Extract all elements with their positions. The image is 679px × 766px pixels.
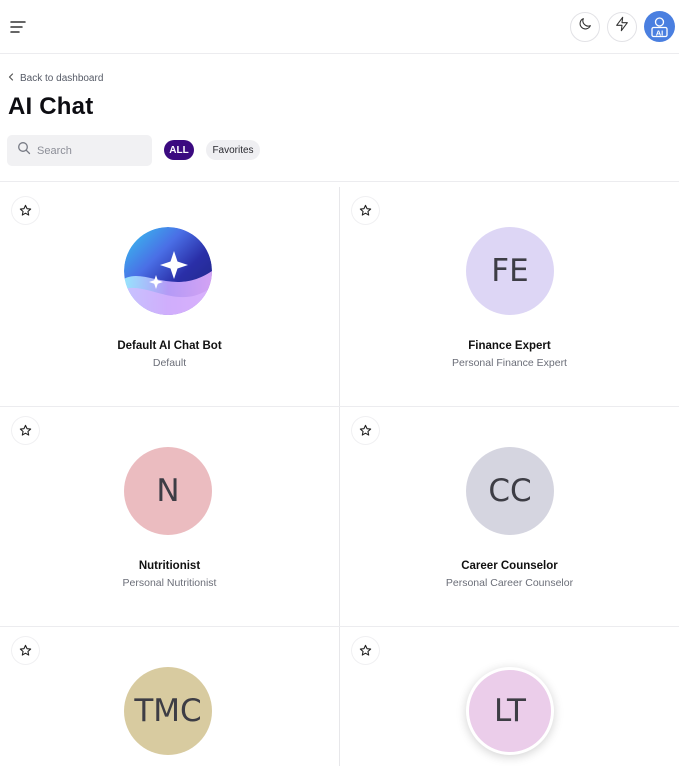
star-icon: [359, 204, 372, 216]
back-to-dashboard-link[interactable]: Back to dashboard: [8, 73, 103, 84]
top-bar: AI: [0, 0, 679, 54]
bot-avatar: FE: [466, 227, 554, 315]
filter-favorites-chip[interactable]: Favorites: [206, 140, 260, 160]
star-icon: [19, 204, 32, 216]
bot-card[interactable]: N Nutritionist Personal Nutritionist: [0, 407, 339, 627]
bot-card[interactable]: CC Career Counselor Personal Career Coun…: [340, 407, 679, 627]
bot-card[interactable]: Default AI Chat Bot Default: [0, 187, 339, 407]
bot-card[interactable]: FE Finance Expert Personal Finance Exper…: [340, 187, 679, 407]
bot-description: Personal Career Counselor: [445, 577, 574, 589]
favorite-star-button[interactable]: [352, 417, 379, 444]
top-actions: AI: [570, 11, 675, 42]
hamburger-menu-icon[interactable]: [8, 17, 30, 37]
bot-description: Personal Nutritionist: [122, 577, 217, 589]
user-avatar[interactable]: AI: [644, 11, 675, 42]
star-icon: [19, 644, 32, 656]
favorite-star-button[interactable]: [352, 197, 379, 224]
bot-avatar: TMC: [124, 667, 212, 755]
page-title: AI Chat: [8, 93, 94, 120]
favorite-star-button[interactable]: [12, 417, 39, 444]
back-link-label: Back to dashboard: [20, 73, 104, 84]
favorite-star-button[interactable]: [12, 637, 39, 664]
upgrade-button[interactable]: [607, 11, 637, 42]
search-input[interactable]: [37, 144, 137, 157]
star-icon: [359, 644, 372, 656]
bot-avatar: CC: [466, 447, 554, 535]
favorite-star-button[interactable]: [12, 197, 39, 224]
filter-all-chip[interactable]: ALL: [164, 140, 194, 160]
bot-avatar: N: [124, 447, 212, 535]
divider: [0, 181, 679, 182]
svg-text:AI: AI: [656, 28, 664, 37]
search-box[interactable]: [7, 135, 152, 166]
bot-avatar: LT: [466, 667, 554, 755]
bot-name: Finance Expert: [468, 340, 551, 352]
bot-card[interactable]: LT: [340, 627, 679, 766]
bot-avatar: [124, 227, 212, 315]
star-icon: [359, 424, 372, 436]
bot-description: Default: [152, 357, 187, 369]
chevron-left-icon: [8, 73, 14, 84]
avatar-icon: AI: [651, 17, 668, 37]
star-icon: [19, 424, 32, 436]
search-icon: [17, 141, 31, 160]
sparkle-icon: [124, 227, 212, 315]
bot-description: Personal Finance Expert: [452, 357, 567, 369]
bot-name: Nutritionist: [138, 560, 201, 572]
favorite-star-button[interactable]: [352, 637, 379, 664]
bot-name: Career Counselor: [461, 560, 558, 572]
moon-icon: [577, 16, 593, 37]
lightning-icon: [614, 16, 630, 37]
bot-card[interactable]: TMC: [0, 627, 339, 766]
bot-name: Default AI Chat Bot: [117, 340, 222, 352]
theme-toggle-button[interactable]: [570, 11, 600, 42]
